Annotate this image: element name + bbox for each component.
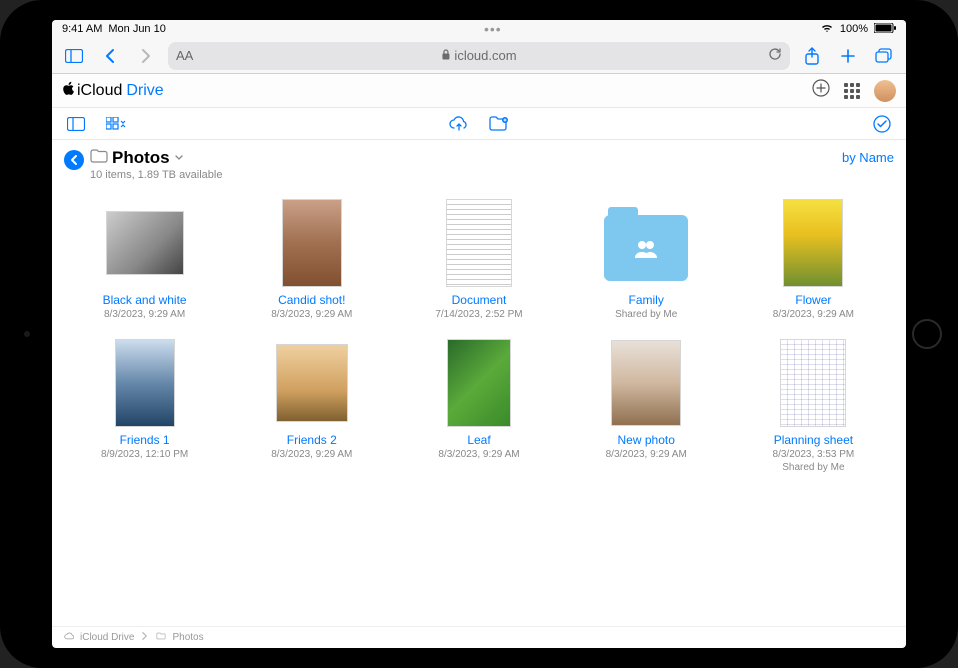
file-meta: 8/3/2023, 9:29 AM [606, 448, 687, 461]
brand-suffix: Drive [126, 82, 163, 100]
chevron-down-icon[interactable] [174, 149, 184, 167]
folder-icon [90, 149, 108, 168]
apps-grid-icon[interactable] [844, 83, 860, 99]
status-time: 9:41 AM [62, 23, 102, 35]
file-item[interactable]: Candid shot! 8/3/2023, 9:29 AM [233, 199, 390, 321]
folder-icon [156, 631, 166, 644]
chevron-right-icon [140, 631, 150, 644]
share-button[interactable] [798, 42, 826, 70]
thumbnail [783, 199, 843, 287]
brand-prefix: iCloud [77, 82, 122, 100]
view-options-icon[interactable] [104, 112, 128, 136]
thumbnail [447, 339, 511, 427]
url-bar[interactable]: AA icloud.com [168, 42, 790, 70]
cloud-icon [64, 631, 74, 644]
upload-icon[interactable] [447, 112, 471, 136]
file-meta: 8/9/2023, 12:10 PM [101, 448, 188, 461]
wifi-icon [820, 23, 834, 36]
folder-header: Photos 10 items, 1.89 TB available by Na… [52, 140, 906, 185]
thumbnail [282, 199, 342, 287]
file-meta2: Shared by Me [782, 461, 844, 474]
drive-toolbar [52, 108, 906, 140]
status-date: Mon Jun 10 [108, 23, 165, 35]
file-meta: 8/3/2023, 9:29 AM [773, 308, 854, 321]
breadcrumb-current[interactable]: Photos [172, 632, 203, 643]
sidebar-icon[interactable] [64, 112, 88, 136]
file-item[interactable]: Black and white 8/3/2023, 9:29 AM [66, 199, 223, 321]
file-item[interactable]: Leaf 8/3/2023, 9:29 AM [400, 339, 557, 474]
sidebar-toggle-button[interactable] [60, 42, 88, 70]
file-grid: Black and white 8/3/2023, 9:29 AM Candid… [52, 185, 906, 626]
ipad-frame: 9:41 AM Mon Jun 10 ••• 100% [0, 0, 958, 668]
thumbnail [115, 339, 175, 427]
home-button[interactable] [912, 319, 942, 349]
lock-icon [441, 48, 450, 63]
new-tab-button[interactable] [834, 42, 862, 70]
avatar[interactable] [874, 80, 896, 102]
file-name: Leaf [467, 433, 490, 447]
apple-icon [62, 81, 75, 101]
sort-button[interactable]: by Name [842, 150, 894, 165]
breadcrumb: iCloud Drive Photos [52, 626, 906, 648]
folder-item[interactable]: Family Shared by Me [568, 199, 725, 321]
safari-toolbar: AA icloud.com [52, 38, 906, 74]
back-button[interactable] [96, 42, 124, 70]
file-item[interactable]: Planning sheet 8/3/2023, 3:53 PM Shared … [735, 339, 892, 474]
file-name: Candid shot! [278, 293, 345, 307]
new-folder-icon[interactable] [487, 112, 511, 136]
status-bar: 9:41 AM Mon Jun 10 ••• 100% [52, 20, 906, 38]
file-name: Friends 1 [120, 433, 170, 447]
file-meta: 8/3/2023, 9:29 AM [104, 308, 185, 321]
file-name: Flower [795, 293, 831, 307]
select-icon[interactable] [870, 112, 894, 136]
file-meta: 7/14/2023, 2:52 PM [435, 308, 522, 321]
text-size-icon[interactable]: AA [176, 48, 193, 63]
file-meta: 8/3/2023, 9:29 AM [271, 308, 352, 321]
file-meta: 8/3/2023, 9:29 AM [438, 448, 519, 461]
folder-thumbnail [604, 215, 688, 281]
file-item[interactable]: New photo 8/3/2023, 9:29 AM [568, 339, 725, 474]
file-name: Planning sheet [774, 433, 853, 447]
breadcrumb-root[interactable]: iCloud Drive [80, 632, 134, 643]
icloud-header: iCloud Drive [52, 74, 906, 108]
file-item[interactable]: Document 7/14/2023, 2:52 PM [400, 199, 557, 321]
multitask-dots[interactable]: ••• [484, 21, 502, 37]
file-meta: Shared by Me [615, 308, 677, 321]
tabs-button[interactable] [870, 42, 898, 70]
battery-icon [874, 23, 896, 36]
file-item[interactable]: Friends 1 8/9/2023, 12:10 PM [66, 339, 223, 474]
reload-icon[interactable] [768, 47, 782, 64]
file-name: Black and white [103, 293, 187, 307]
camera-dot [24, 331, 30, 337]
add-button[interactable] [812, 79, 830, 102]
url-text: icloud.com [454, 48, 516, 63]
thumbnail [611, 340, 681, 426]
file-item[interactable]: Flower 8/3/2023, 9:29 AM [735, 199, 892, 321]
file-name: Document [452, 293, 507, 307]
back-circle-button[interactable] [64, 150, 84, 170]
thumbnail [276, 344, 348, 422]
screen: 9:41 AM Mon Jun 10 ••• 100% [52, 20, 906, 648]
file-name: New photo [618, 433, 675, 447]
folder-subtitle: 10 items, 1.89 TB available [90, 169, 222, 181]
file-name: Friends 2 [287, 433, 337, 447]
folder-title[interactable]: Photos [112, 148, 170, 168]
icloud-logo[interactable]: iCloud Drive [62, 81, 164, 101]
file-meta: 8/3/2023, 3:53 PM [773, 448, 855, 461]
battery-percent: 100% [840, 23, 868, 35]
thumbnail [780, 339, 846, 427]
thumbnail [106, 211, 184, 275]
forward-button [132, 42, 160, 70]
thumbnail [446, 199, 512, 287]
file-meta: 8/3/2023, 9:29 AM [271, 448, 352, 461]
file-name: Family [629, 293, 664, 307]
file-item[interactable]: Friends 2 8/3/2023, 9:29 AM [233, 339, 390, 474]
